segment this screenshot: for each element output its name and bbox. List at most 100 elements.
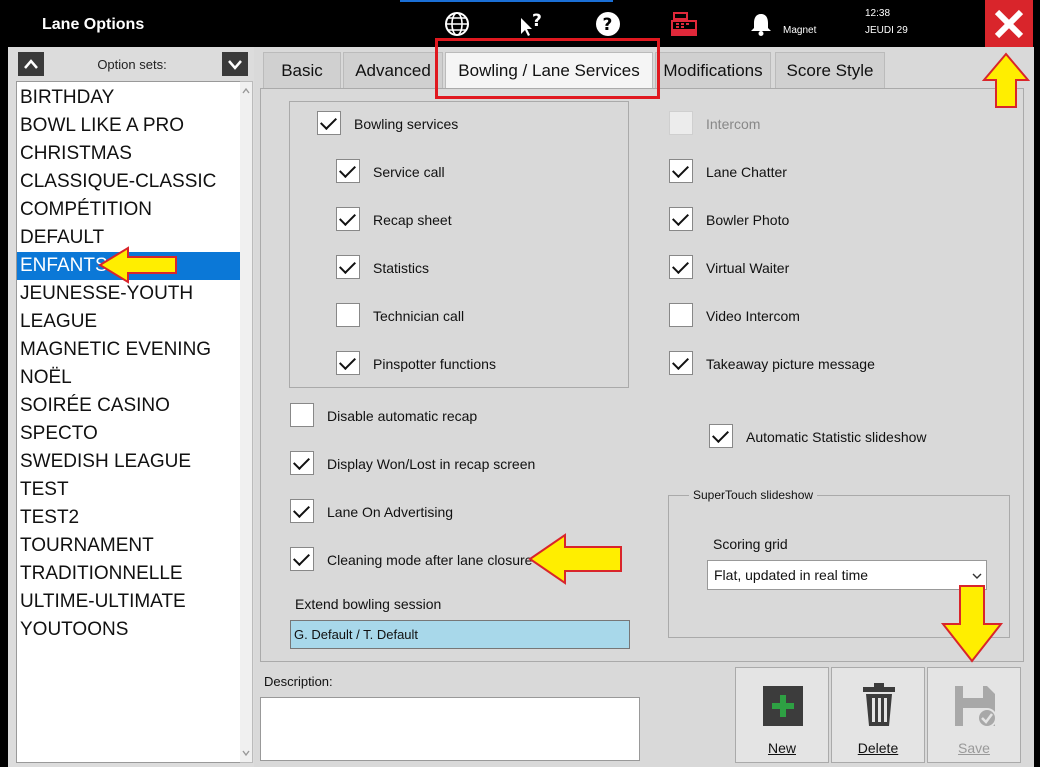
- display-won-lost-checkbox[interactable]: [290, 451, 314, 475]
- tab-score-style[interactable]: Score Style: [775, 52, 885, 88]
- clock-time: 12:38: [865, 8, 891, 19]
- list-item[interactable]: TOURNAMENT: [17, 532, 241, 560]
- pinspotter-functions-label: Pinspotter functions: [373, 356, 496, 372]
- tab-modifications[interactable]: Modifications: [655, 52, 771, 88]
- cleaning-mode-label: Cleaning mode after lane closure: [327, 552, 533, 568]
- tab-basic[interactable]: Basic: [263, 52, 341, 88]
- magnet-label: Magnet: [783, 25, 817, 36]
- cleaning-mode-checkbox[interactable]: [290, 547, 314, 571]
- automatic-statistic-slideshow-label: Automatic Statistic slideshow: [746, 429, 927, 445]
- globe-icon[interactable]: [442, 10, 472, 38]
- disable-automatic-recap-checkbox[interactable]: [290, 403, 314, 427]
- virtual-waiter-label: Virtual Waiter: [706, 260, 790, 276]
- option-sets-label: Option sets:: [97, 57, 167, 72]
- technician-call-label: Technician call: [373, 308, 465, 324]
- virtual-waiter-checkbox[interactable]: [669, 255, 693, 279]
- list-item[interactable]: JEUNESSE-YOUTH: [17, 280, 241, 308]
- help-pointer-icon[interactable]: ?: [516, 10, 546, 38]
- display-won-lost-label: Display Won/Lost in recap screen: [327, 456, 536, 472]
- bowler-photo-checkbox[interactable]: [669, 207, 693, 231]
- description-label: Description:: [264, 674, 333, 689]
- list-item[interactable]: NOËL: [17, 364, 241, 392]
- description-field[interactable]: [260, 697, 640, 761]
- scoring-grid-label: Scoring grid: [713, 536, 788, 552]
- pinspotter-functions-checkbox[interactable]: [336, 351, 360, 375]
- extend-bowling-session-field[interactable]: G. Default / T. Default: [290, 620, 630, 649]
- list-item[interactable]: TRADITIONNELLE: [17, 560, 241, 588]
- tab-indicator-line: [400, 0, 613, 2]
- list-item[interactable]: BIRTHDAY: [17, 84, 241, 112]
- save-button: Save: [927, 667, 1021, 763]
- list-item[interactable]: TEST2: [17, 504, 241, 532]
- close-button[interactable]: [985, 0, 1033, 47]
- lane-options-dialog: Option sets: BIRTHDAY BOWL LIKE A PRO CHRI…: [8, 47, 1034, 767]
- bowling-services-group: [289, 101, 629, 388]
- extend-bowling-session-label: Extend bowling session: [295, 596, 442, 612]
- list-item[interactable]: COMPÉTITION: [17, 196, 241, 224]
- disable-automatic-recap-label: Disable automatic recap: [327, 408, 478, 424]
- annotation-arrow-left: [528, 533, 622, 585]
- list-item[interactable]: BOWL LIKE A PRO: [17, 112, 241, 140]
- lane-chatter-label: Lane Chatter: [706, 164, 787, 180]
- list-item[interactable]: CHRISTMAS: [17, 140, 241, 168]
- scoring-grid-value: Flat, updated in real time: [714, 567, 869, 583]
- tab-advanced[interactable]: Advanced: [343, 52, 443, 88]
- option-sets-header: Option sets:: [16, 52, 248, 78]
- clock-date: JEUDI 29: [865, 25, 908, 36]
- chevron-down-icon: [228, 60, 242, 70]
- statistics-label: Statistics: [373, 260, 430, 276]
- trash-icon: [863, 683, 895, 726]
- scroll-down-button[interactable]: [222, 52, 248, 76]
- list-item[interactable]: YOUTOONS: [17, 616, 241, 644]
- recap-sheet-checkbox[interactable]: [336, 207, 360, 231]
- save-icon: [955, 686, 997, 728]
- list-item[interactable]: SPECTO: [17, 420, 241, 448]
- recap-sheet-label: Recap sheet: [373, 212, 452, 228]
- option-sets-scrollbar[interactable]: [240, 81, 253, 763]
- list-item[interactable]: SOIRÉE CASINO: [17, 392, 241, 420]
- bell-icon[interactable]: [746, 10, 776, 38]
- list-item[interactable]: TEST: [17, 476, 241, 504]
- scroll-up-button[interactable]: [18, 52, 44, 76]
- lane-chatter-checkbox[interactable]: [669, 159, 693, 183]
- list-item[interactable]: LEAGUE: [17, 308, 241, 336]
- delete-button-label: Delete: [857, 740, 899, 756]
- annotation-arrow-up: [981, 52, 1031, 108]
- bowling-services-label: Bowling services: [354, 116, 459, 132]
- technician-call-checkbox[interactable]: [336, 303, 360, 327]
- chevron-up-icon: [24, 59, 38, 69]
- close-icon: [994, 9, 1024, 38]
- bowling-lane-services-panel: Bowling services Service call Recap shee…: [260, 88, 1024, 662]
- bowling-services-checkbox[interactable]: [317, 111, 341, 135]
- statistics-checkbox[interactable]: [336, 255, 360, 279]
- intercom-label: Intercom: [706, 116, 761, 132]
- plus-icon: [763, 686, 803, 726]
- service-call-checkbox[interactable]: [336, 159, 360, 183]
- automatic-statistic-slideshow-checkbox[interactable]: [709, 424, 733, 448]
- new-button[interactable]: New: [735, 667, 829, 763]
- cash-register-icon[interactable]: [669, 10, 699, 38]
- list-item[interactable]: SWEDISH LEAGUE: [17, 448, 241, 476]
- svg-text:?: ?: [603, 15, 613, 35]
- list-item[interactable]: MAGNETIC EVENING: [17, 336, 241, 364]
- lane-on-advertising-label: Lane On Advertising: [327, 504, 454, 520]
- option-sets-list[interactable]: BIRTHDAY BOWL LIKE A PRO CHRISTMAS CLASSIQU…: [16, 81, 242, 763]
- lane-on-advertising-checkbox[interactable]: [290, 499, 314, 523]
- bowler-photo-label: Bowler Photo: [706, 212, 790, 228]
- question-icon[interactable]: ?: [593, 10, 623, 38]
- takeaway-picture-message-checkbox[interactable]: [669, 351, 693, 375]
- list-item[interactable]: ULTIME-ULTIMATE: [17, 588, 241, 616]
- annotation-arrow-left: [98, 246, 177, 284]
- delete-button[interactable]: Delete: [831, 667, 925, 763]
- annotation-arrow-down: [940, 585, 1004, 663]
- highlight-rectangle: [435, 38, 660, 99]
- takeaway-picture-message-label: Takeaway picture message: [706, 356, 875, 372]
- option-sets-panel: Option sets: BIRTHDAY BOWL LIKE A PRO CHRI…: [8, 47, 254, 767]
- new-button-label: New: [767, 740, 796, 756]
- video-intercom-label: Video Intercom: [706, 308, 800, 324]
- service-call-label: Service call: [373, 164, 445, 180]
- list-item[interactable]: CLASSIQUE-CLASSIC: [17, 168, 241, 196]
- intercom-checkbox: [669, 111, 693, 135]
- video-intercom-checkbox[interactable]: [669, 303, 693, 327]
- window-title: Lane Options: [42, 16, 145, 33]
